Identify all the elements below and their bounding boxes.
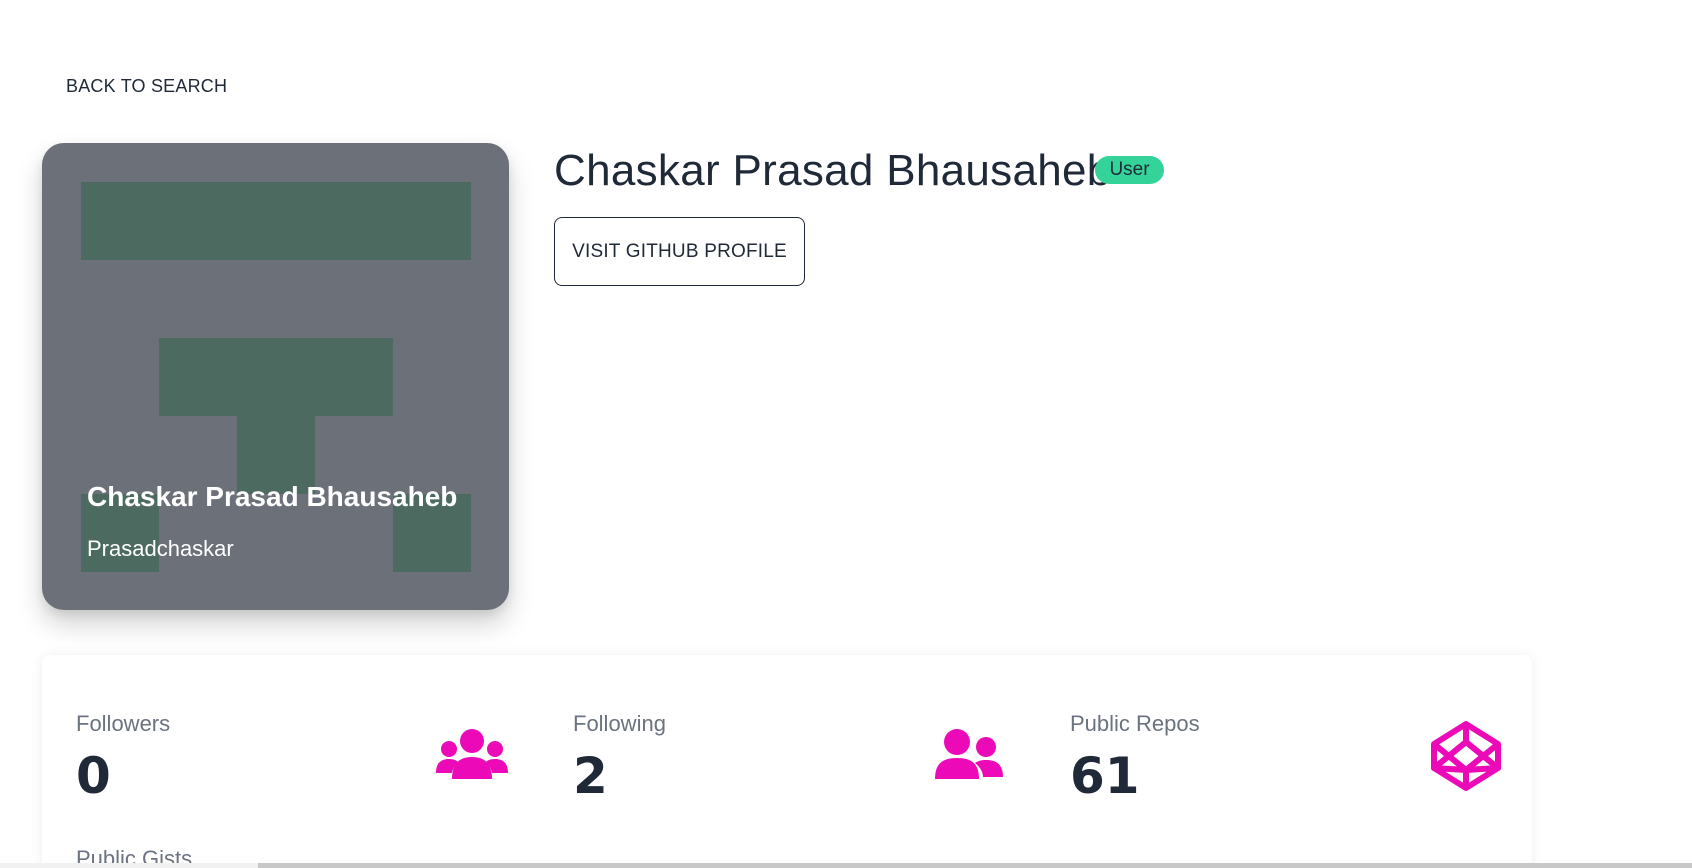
back-to-search-link[interactable]: BACK TO SEARCH — [66, 76, 227, 97]
stat-label: Public Repos — [1070, 711, 1200, 736]
avatar-identicon-block — [159, 338, 393, 416]
avatar-identicon-block — [81, 182, 471, 260]
stat-label: Following — [573, 711, 666, 736]
users-icon — [436, 729, 508, 779]
stat-public-repos: Public Repos 61 — [1070, 655, 1501, 805]
codepen-icon — [1431, 721, 1501, 791]
stat-public-gists: Public Gists — [76, 790, 506, 868]
profile-page: BACK TO SEARCH Chaskar Prasad Bhausaheb … — [0, 0, 1692, 868]
stat-value: 2 — [573, 747, 608, 805]
user-type-badge: User — [1095, 156, 1164, 184]
profile-name: Chaskar Prasad Bhausaheb — [554, 146, 1112, 195]
user-friends-icon — [935, 729, 1003, 779]
stat-following: Following 2 — [573, 655, 1003, 805]
stat-value: 61 — [1070, 747, 1140, 805]
stat-label: Followers — [76, 711, 171, 736]
stats-panel: Followers 0 Following 2 Public Repos 61 … — [42, 655, 1532, 868]
avatar-name: Chaskar Prasad Bhausaheb — [87, 481, 458, 512]
stat-followers: Followers 0 — [76, 655, 508, 805]
avatar-login: Prasadchaskar — [87, 536, 234, 561]
visit-github-profile-button[interactable]: VISIT GITHUB PROFILE — [554, 217, 805, 286]
avatar-card: Chaskar Prasad Bhausaheb Prasadchaskar — [42, 143, 509, 610]
horizontal-scrollbar-thumb[interactable] — [258, 863, 1692, 868]
